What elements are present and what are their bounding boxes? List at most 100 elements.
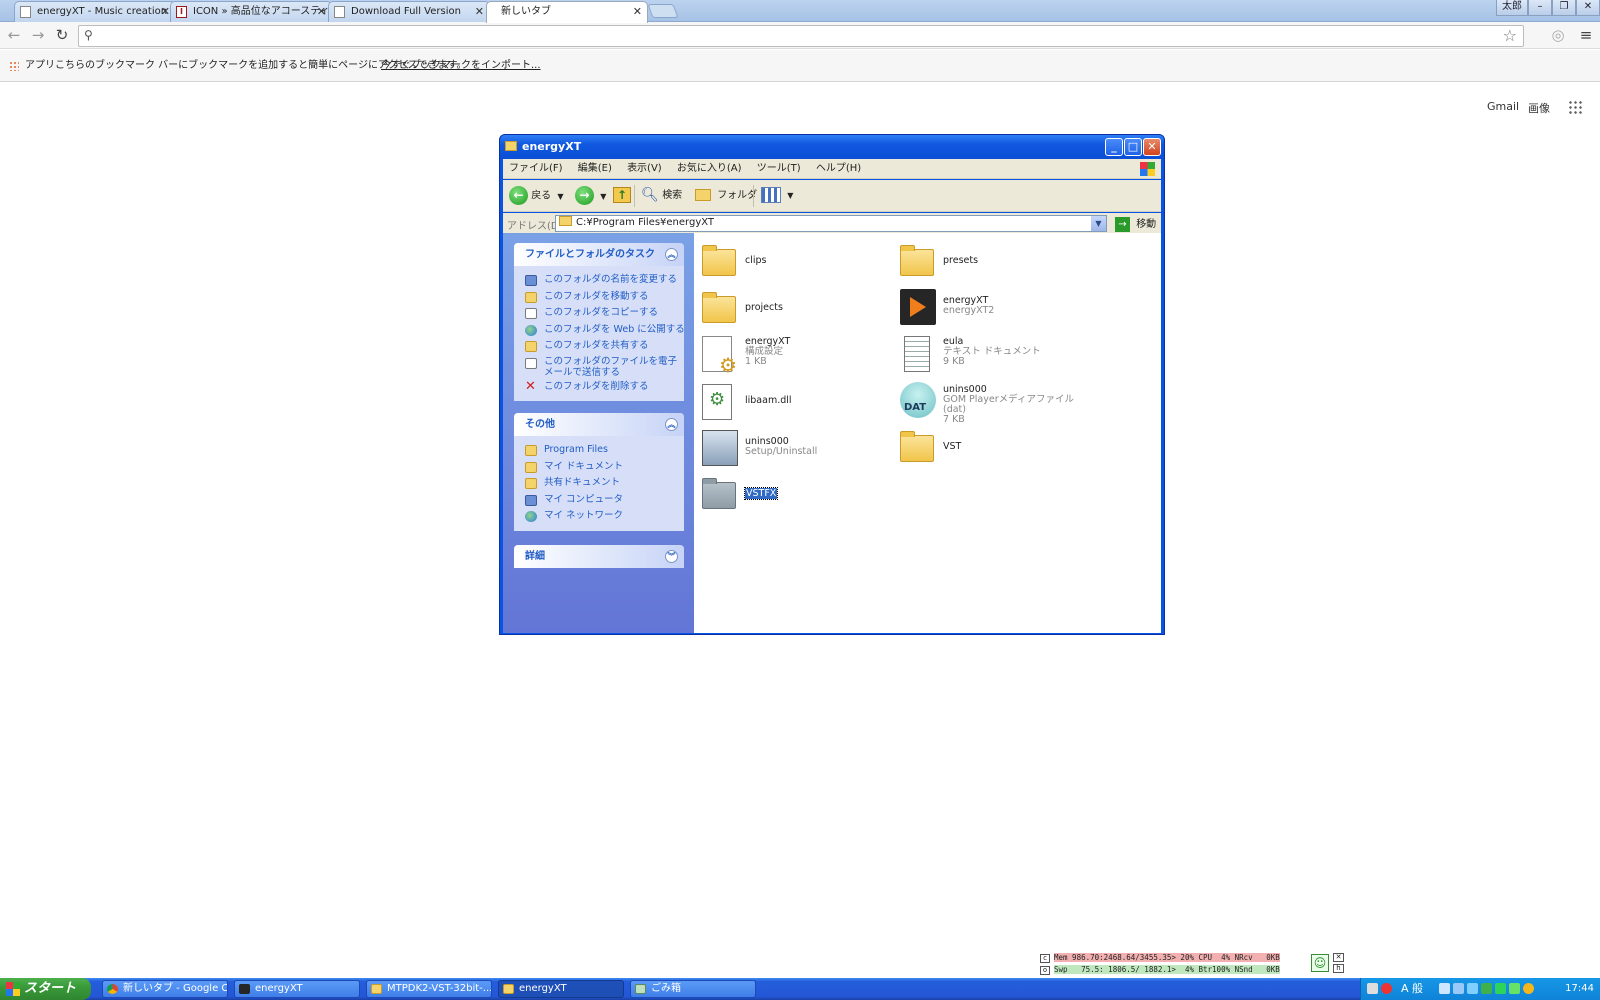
extension-icon[interactable]: ◎ <box>1548 25 1568 45</box>
tab-energyxt-music-creation[interactable]: energyXT - Music creation ✕ <box>14 1 176 22</box>
omnibox[interactable]: ⚲ ☆ <box>78 25 1524 47</box>
tray-app-icon[interactable] <box>1439 983 1450 994</box>
task-energyxt-folder[interactable]: energyXT <box>498 980 624 998</box>
file-item[interactable]: presets <box>900 241 1090 283</box>
tray-app-icon[interactable] <box>1509 983 1520 994</box>
explorer-forward-button[interactable]: → ▼ <box>575 186 606 206</box>
tray-app-icon[interactable] <box>1467 983 1478 994</box>
tray-app-icon[interactable] <box>1495 983 1506 994</box>
help-icon[interactable]: h <box>1333 964 1344 973</box>
omnibox-input[interactable] <box>103 28 1493 44</box>
menu-favorites[interactable]: お気に入り(A) <box>677 159 742 179</box>
restore-button[interactable]: ❐ <box>1552 0 1576 16</box>
back-button[interactable]: ← <box>4 25 24 45</box>
explorer-close-button[interactable]: ✕ <box>1143 138 1161 156</box>
explorer-minimize-button[interactable]: _ <box>1105 138 1123 156</box>
system-tray: A 般 17:44 <box>1360 978 1600 1000</box>
start-button[interactable]: スタート <box>0 978 91 1000</box>
task-new-tab-chrome[interactable]: 新しいタブ - Google C... <box>102 980 228 998</box>
task-rename-folder[interactable]: このフォルダの名前を変更する <box>525 272 684 289</box>
explorer-maximize-button[interactable]: □ <box>1124 138 1142 156</box>
ime-indicator[interactable]: A 般 <box>1401 978 1423 1000</box>
expand-icon[interactable]: ︾ <box>665 550 678 563</box>
task-recycle-bin[interactable]: ごみ箱 <box>630 980 756 998</box>
apps-shortcut[interactable]: アプリ <box>25 50 55 82</box>
file-type: GOM Playerメディアファイル(dat) <box>943 394 1074 415</box>
close-icon[interactable]: ✕ <box>317 2 326 21</box>
perf-toggle-icon[interactable]: o <box>1040 965 1050 975</box>
close-icon[interactable]: ✕ <box>475 2 484 21</box>
file-item[interactable]: DAT unins000 GOM Playerメディアファイル(dat) 7 K… <box>900 379 1090 425</box>
keyboard-icon[interactable] <box>1367 983 1378 994</box>
file-item[interactable]: eula テキスト ドキュメント 9 KB <box>900 333 1090 375</box>
panel-header[interactable]: 詳細 ︾ <box>514 545 684 568</box>
place-my-documents[interactable]: マイ ドキュメント <box>525 459 684 476</box>
task-publish-web[interactable]: このフォルダを Web に公開する <box>525 322 685 339</box>
file-item-selected[interactable]: VSTFX <box>702 474 892 516</box>
google-apps-icon[interactable] <box>1568 100 1582 114</box>
close-icon[interactable]: ✕ <box>633 2 642 21</box>
close-window-button[interactable]: ✕ <box>1576 0 1600 16</box>
place-shared-documents[interactable]: 共有ドキュメント <box>525 475 684 492</box>
reload-button[interactable]: ↻ <box>52 25 72 45</box>
task-email-files[interactable]: このフォルダのファイルを電子メールで送信する <box>525 355 684 379</box>
close-icon[interactable]: ✕ <box>1333 953 1344 962</box>
task-move-folder[interactable]: このフォルダを移動する <box>525 289 684 306</box>
bookmark-star-icon[interactable]: ☆ <box>1503 26 1517 45</box>
file-item[interactable]: projects <box>702 288 892 330</box>
explorer-up-button[interactable]: ↑ <box>613 186 631 206</box>
task-delete-folder[interactable]: ✕ このフォルダを削除する <box>525 379 684 396</box>
place-program-files[interactable]: Program Files <box>525 442 684 459</box>
window-controls: 太郎 – ❐ ✕ <box>1496 0 1600 16</box>
file-item[interactable]: VST <box>900 427 1090 469</box>
images-link[interactable]: 画像 <box>1528 100 1550 116</box>
menu-edit[interactable]: 編集(E) <box>578 159 612 179</box>
tray-app-icon[interactable] <box>1523 983 1534 994</box>
address-field[interactable]: C:¥Program Files¥energyXT ▼ <box>555 215 1107 232</box>
panel-header[interactable]: その他 ︽ <box>514 413 684 436</box>
import-bookmarks-link[interactable]: 今すぐブックマークをインポート... <box>381 50 541 82</box>
place-my-computer[interactable]: マイ コンピュータ <box>525 492 684 509</box>
task-copy-folder[interactable]: このフォルダをコピーする <box>525 305 684 322</box>
tab-download-full-version[interactable]: Download Full Version ✕ <box>328 1 490 22</box>
collapse-icon[interactable]: ︽ <box>665 418 678 431</box>
place-my-network[interactable]: マイ ネットワーク <box>525 508 684 525</box>
close-icon[interactable]: ✕ <box>161 2 170 21</box>
file-item[interactable]: unins000 Setup/Uninstall <box>702 427 892 469</box>
apps-grid-icon <box>9 61 19 71</box>
forward-button[interactable]: → <box>28 25 48 45</box>
explorer-back-button[interactable]: ← 戻る ▼ <box>509 186 564 206</box>
explorer-search-button[interactable]: 🔍︎ 検索 <box>641 186 682 206</box>
tab-new-tab[interactable]: 新しいタブ ✕ <box>486 1 648 23</box>
menu-tools[interactable]: ツール(T) <box>757 159 801 179</box>
address-go-button[interactable]: → 移動 <box>1115 215 1156 232</box>
file-item[interactable]: energyXT 構成設定 1 KB <box>702 333 892 377</box>
menu-icon[interactable]: ≡ <box>1576 25 1596 45</box>
task-label: このフォルダを Web に公開する <box>544 323 685 335</box>
file-item[interactable]: clips <box>702 241 892 283</box>
tab-icon-acoustic[interactable]: I ICON » 高品位なアコースティ ✕ <box>170 1 332 22</box>
task-mtpdk2-folder[interactable]: MTPDK2-VST-32bit-... <box>366 980 492 998</box>
minimize-button[interactable]: – <box>1528 0 1552 16</box>
tray-app-icon[interactable] <box>1481 983 1492 994</box>
perf-row-mem: c Mem 986.70:2468.64/3455.35> 20% CPU 4% … <box>1040 952 1280 963</box>
menu-view[interactable]: 表示(V) <box>627 159 662 179</box>
file-item[interactable]: libaam.dll <box>702 381 892 423</box>
tray-app-icon[interactable] <box>1453 983 1464 994</box>
chevron-down-icon[interactable]: ▼ <box>1091 216 1106 231</box>
smiley-icon: ☺ <box>1311 954 1329 972</box>
perf-toggle-icon[interactable]: c <box>1040 953 1050 963</box>
new-tab-button[interactable] <box>647 4 679 18</box>
explorer-views-button[interactable]: ▼ <box>761 186 793 206</box>
collapse-icon[interactable]: ︽ <box>665 248 678 261</box>
gmail-link[interactable]: Gmail <box>1487 100 1519 113</box>
profile-button[interactable]: 太郎 <box>1496 0 1528 16</box>
task-energyxt-app[interactable]: energyXT <box>234 980 360 998</box>
file-item[interactable]: energyXT energyXT2 <box>900 286 1090 328</box>
security-icon[interactable] <box>1381 983 1392 994</box>
menu-help[interactable]: ヘルプ(H) <box>816 159 861 179</box>
panel-header[interactable]: ファイルとフォルダのタスク ︽ <box>514 243 684 266</box>
menu-file[interactable]: ファイル(F) <box>509 159 563 179</box>
explorer-folders-button[interactable]: フォルダ <box>695 186 757 206</box>
task-share-folder[interactable]: このフォルダを共有する <box>525 338 684 355</box>
